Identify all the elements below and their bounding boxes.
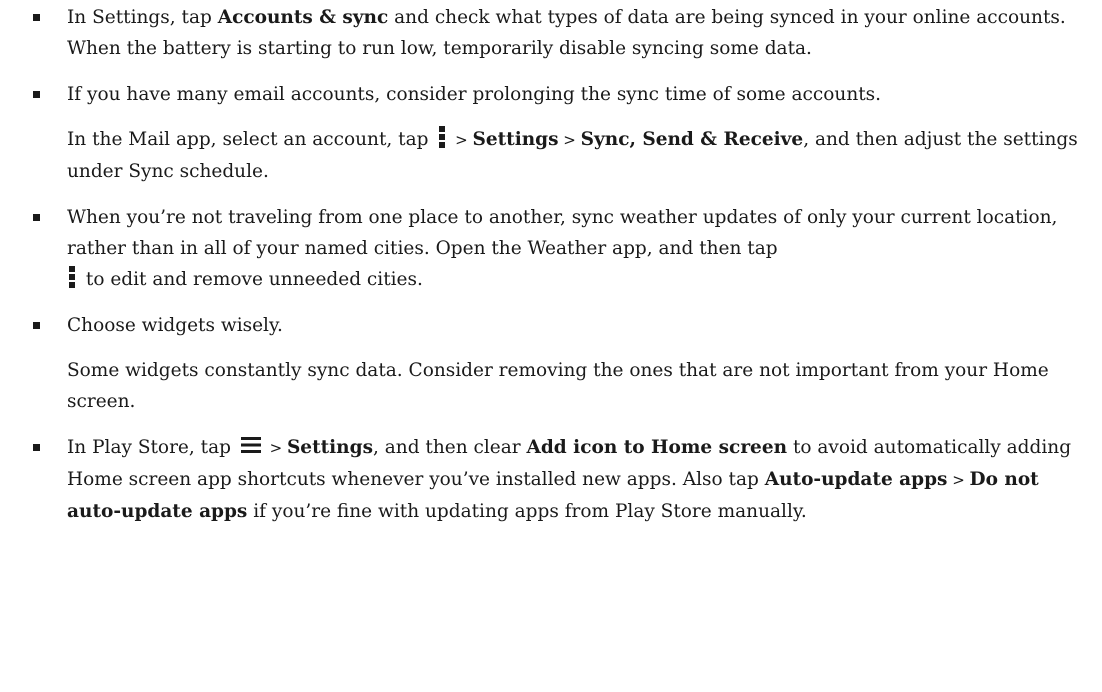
battery-tips-list: In Settings, tap Accounts & sync and che…: [0, 2, 1082, 527]
ui-term: Add icon to Home screen: [526, 437, 788, 458]
bullet-icon: [33, 91, 40, 98]
tip-detail-text: In the Mail app, select an account, tap …: [67, 124, 1082, 187]
tip-text: If you have many email accounts, conside…: [67, 84, 882, 105]
list-item: When you’re not traveling from one place…: [0, 202, 1082, 295]
list-item: In Settings, tap Accounts & sync and che…: [0, 2, 1082, 64]
list-item: Choose widgets wisely. Some widgets cons…: [0, 310, 1082, 417]
menu-icon: [240, 437, 261, 453]
tip-text: When you’re not traveling from one place…: [67, 207, 1058, 290]
tip-text: In Settings, tap Accounts & sync and che…: [67, 7, 1066, 59]
ui-term: Auto-update apps: [764, 469, 948, 490]
tip-text: Choose widgets wisely.: [67, 315, 283, 336]
bullet-icon: [33, 214, 40, 221]
bullet-icon: [33, 14, 40, 21]
ui-term: Settings: [286, 437, 373, 458]
bullet-icon: [33, 322, 40, 329]
ui-term: Accounts & sync: [217, 7, 389, 28]
more-vertical-icon: [439, 126, 446, 148]
tip-text: In Play Store, tap > Settings, and then …: [67, 437, 1072, 522]
ui-term: Settings: [472, 129, 559, 150]
bullet-icon: [33, 444, 40, 451]
ui-term: Sync, Send & Receive: [580, 129, 804, 150]
tip-detail-text: Some widgets constantly sync data. Consi…: [67, 360, 1049, 412]
list-item: In Play Store, tap > Settings, and then …: [0, 432, 1082, 527]
document-page: In Settings, tap Accounts & sync and che…: [0, 0, 1102, 692]
more-vertical-icon: [69, 266, 75, 288]
list-item: If you have many email accounts, conside…: [0, 79, 1082, 187]
